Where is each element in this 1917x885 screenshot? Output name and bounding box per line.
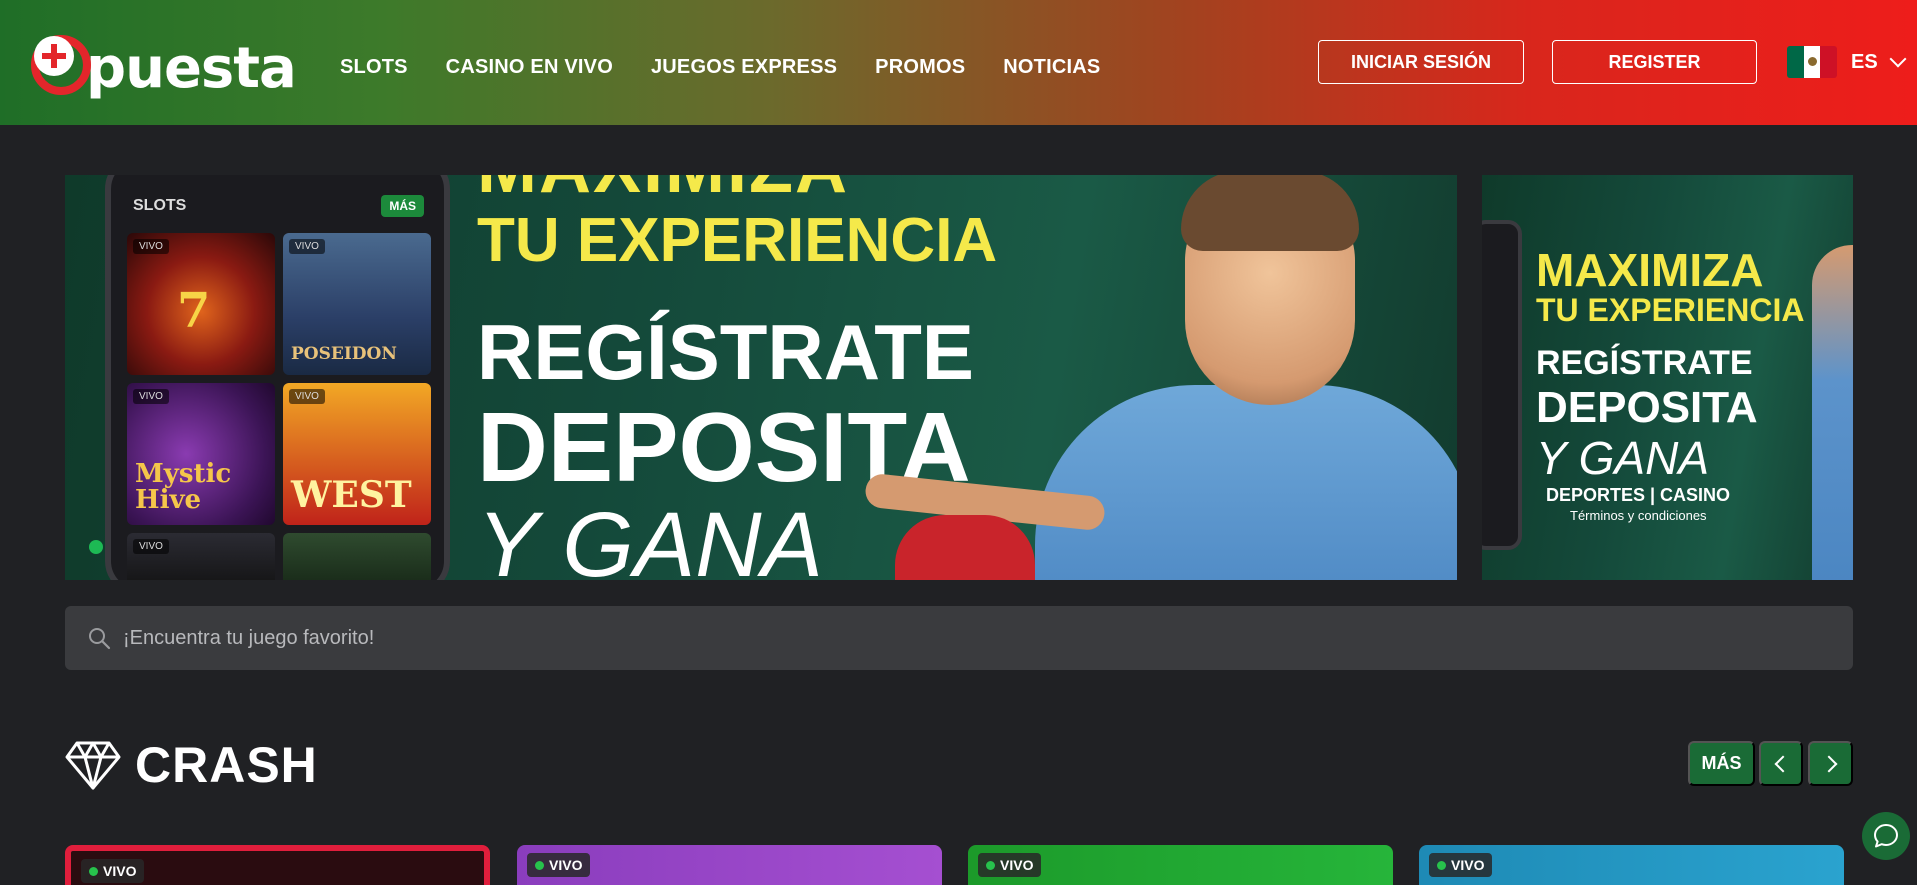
live-badge: VIVO <box>289 389 325 404</box>
live-badge: VIVO <box>978 853 1042 877</box>
nav-noticias[interactable]: NOTICIAS <box>1003 56 1100 79</box>
section-header-crash: CRASH <box>65 736 318 794</box>
game-tile: VIVO <box>127 533 275 580</box>
banner-terms-link[interactable]: Términos y condiciones <box>1570 508 1707 523</box>
chat-icon <box>1874 824 1898 848</box>
banner-line-win: Y GANA <box>1536 432 1709 484</box>
chevron-right-icon <box>1820 755 1837 772</box>
game-search-bar <box>65 606 1853 670</box>
search-icon <box>89 628 111 650</box>
live-badge: VIVO <box>81 859 145 883</box>
nav-slots[interactable]: SLOTS <box>340 56 408 79</box>
live-badge: VIVO <box>289 239 325 254</box>
phone-mockup <box>1482 220 1522 550</box>
game-tile: VIVO Mystic Hive <box>127 383 275 525</box>
game-tile: VIVO 7 <box>127 233 275 375</box>
login-button[interactable]: INICIAR SESIÓN <box>1318 40 1524 84</box>
live-badge: VIVO <box>133 389 169 404</box>
phone-more-badge: MÁS <box>381 195 424 217</box>
section-more-button[interactable]: MÁS <box>1688 741 1755 786</box>
game-card[interactable]: VIVO <box>65 845 490 885</box>
mexico-flag-icon <box>1787 46 1837 78</box>
banner-model-image <box>863 175 1457 580</box>
carousel-next-button[interactable] <box>1808 741 1853 786</box>
search-input[interactable] <box>123 606 1823 670</box>
nav-casino-en-vivo[interactable]: CASINO EN VIVO <box>446 56 613 79</box>
phone-game-grid: VIVO 7 VIVO POSEIDON VIVO Mystic Hive VI… <box>127 233 431 580</box>
game-tile: VIVO WEST <box>283 383 431 525</box>
chat-button[interactable] <box>1862 812 1910 860</box>
nav-promos[interactable]: PROMOS <box>875 56 965 79</box>
language-selector[interactable]: ES <box>1787 46 1907 78</box>
promo-banner-next[interactable]: MAXIMIZA TU EXPERIENCIA REGÍSTRATE DEPOS… <box>1482 175 1853 580</box>
game-tile: VIVO POSEIDON <box>283 233 431 375</box>
game-tile-name: POSEIDON <box>291 344 397 364</box>
banner-headline: MAXIMIZA <box>1536 244 1764 296</box>
banner-line-win: Y GANA <box>477 494 823 580</box>
banner-line-register: REGÍSTRATE <box>477 308 974 396</box>
banner-subheadline: TU EXPERIENCIA <box>1536 292 1805 328</box>
banner-player-image <box>895 515 1035 580</box>
live-badge: VIVO <box>527 853 591 877</box>
nav-juegos-express[interactable]: JUEGOS EXPRESS <box>651 56 837 79</box>
live-badge: VIVO <box>133 539 169 554</box>
game-card[interactable]: VIVO <box>517 845 942 885</box>
game-tile <box>283 533 431 580</box>
game-tile-name: 7 <box>177 283 211 339</box>
banner-headline: TU EXPERIENCIA <box>477 206 998 275</box>
chevron-down-icon <box>1889 50 1907 68</box>
chevron-left-icon <box>1774 755 1792 772</box>
banner-line-deposit: DEPOSITA <box>1536 383 1758 432</box>
register-button[interactable]: REGISTER <box>1552 40 1757 84</box>
carousel-indicator[interactable] <box>89 540 103 554</box>
main-nav: SLOTS CASINO EN VIVO JUEGOS EXPRESS PROM… <box>340 56 1100 79</box>
carousel-prev-button[interactable] <box>1759 741 1803 786</box>
section-title: CRASH <box>135 737 318 793</box>
game-tile-name: WEST <box>291 474 412 516</box>
diamond-icon <box>65 741 121 790</box>
banner-categories: DEPORTES | CASINO <box>1546 485 1731 505</box>
phone-mockup: SLOTS MÁS VIVO 7 VIVO POSEIDON VIVO Myst… <box>105 175 450 580</box>
promo-banner-main[interactable]: SLOTS MÁS VIVO 7 VIVO POSEIDON VIVO Myst… <box>65 175 1457 580</box>
banner-line-register: REGÍSTRATE <box>1536 344 1753 382</box>
banner-model-image <box>1812 245 1853 580</box>
game-card[interactable]: VIVO <box>968 845 1393 885</box>
logo-text: puesta <box>86 35 297 101</box>
phone-section-title: SLOTS <box>133 197 187 214</box>
site-header: puesta SLOTS CASINO EN VIVO JUEGOS EXPRE… <box>0 0 1917 125</box>
game-card[interactable]: VIVO <box>1419 845 1844 885</box>
banner-headline-top: MAXIMIZA <box>477 175 849 209</box>
logo-mark-icon <box>31 35 91 95</box>
live-badge: VIVO <box>1429 853 1493 877</box>
language-code: ES <box>1851 50 1878 73</box>
game-tile-name: Mystic Hive <box>135 459 232 515</box>
site-logo[interactable]: puesta <box>28 28 297 101</box>
live-badge: VIVO <box>133 239 169 254</box>
